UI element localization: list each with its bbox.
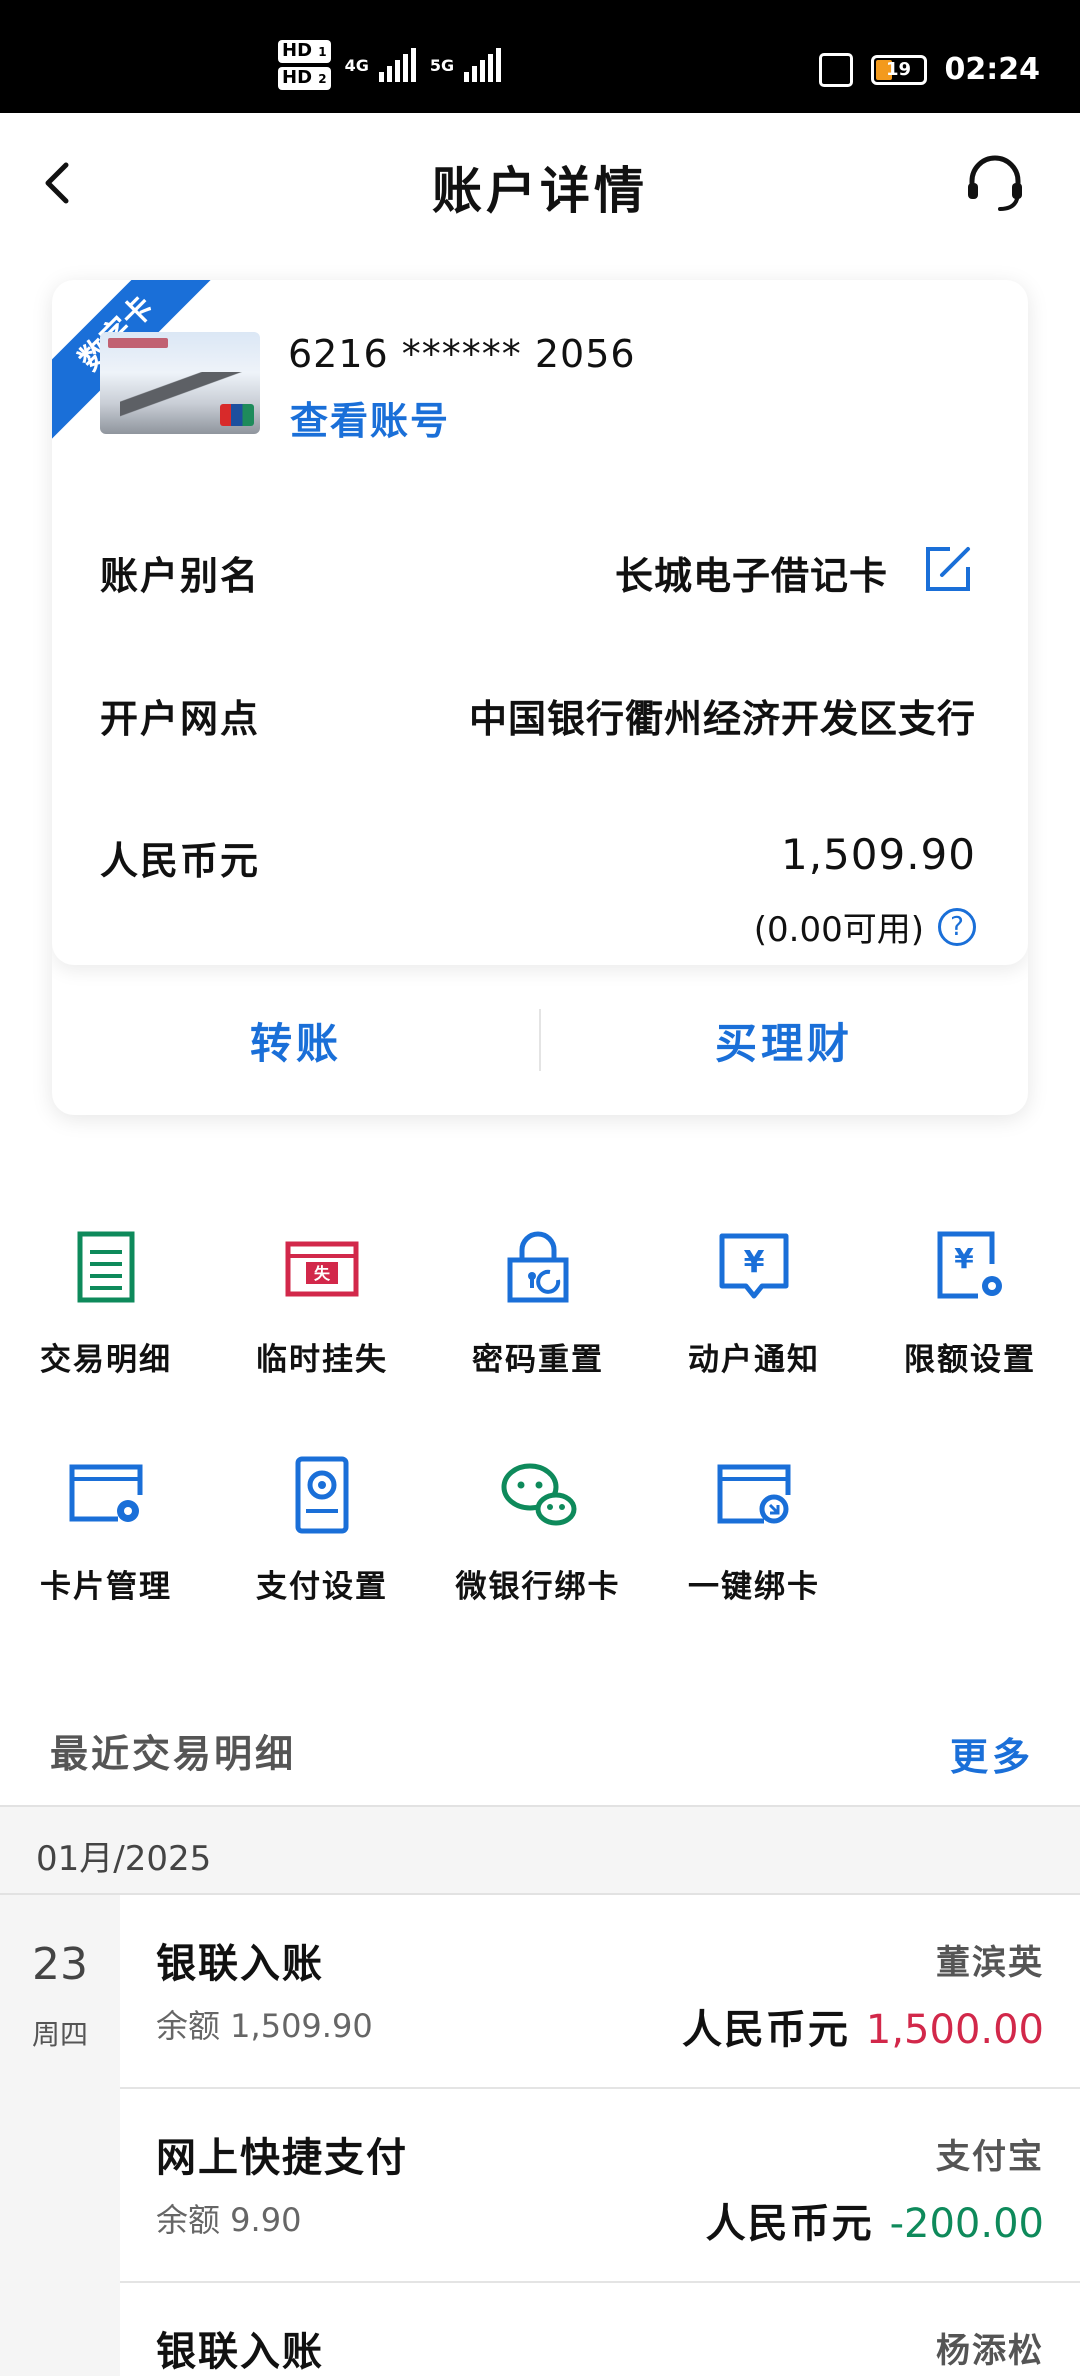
account-card: 数字卡 6216 ****** 2056 查看账号 账户别名 长城电子借记卡 开… (52, 280, 1028, 1115)
view-account-link[interactable]: 查看账号 (290, 390, 450, 445)
func-card-management[interactable]: 卡片管理 (6, 1455, 206, 1606)
transaction-row[interactable]: 银联入账 余额 1,509.90 董滨英 人民币元 1,500.00 (120, 1895, 1080, 2089)
hd-indicators: HD 1 HD 2 (278, 40, 331, 90)
yuan-gear-icon: ¥ (937, 1231, 1002, 1299)
card-gear-icon (69, 1464, 143, 1522)
amount-value: 1,500.00 (865, 2007, 1044, 2053)
currency-label: 人民币元 (100, 839, 261, 883)
transaction-party: 董滨英 (936, 1943, 1044, 1983)
func-label: 微银行绑卡 (455, 1569, 621, 1605)
month-label: 01月/2025 (36, 1839, 212, 1879)
bank-logo (108, 338, 168, 348)
func-label: 临时挂失 (256, 1342, 388, 1378)
date-column: 23 周四 (0, 1895, 120, 2376)
func-transaction-details[interactable]: 交易明细 (6, 1228, 206, 1379)
network-5g: 5G (429, 55, 455, 75)
unionpay-logo (220, 404, 254, 426)
card-actions: 转账 买理财 (52, 965, 1028, 1115)
status-bar: HD 1 HD 2 4G 5G 19 02:24 (0, 0, 1080, 113)
amount-value: -200.00 (889, 2201, 1044, 2247)
yuan-message-icon: ¥ (719, 1233, 789, 1299)
transaction-balance: 余额 1,509.90 (156, 2007, 373, 2045)
alias-label: 账户别名 (100, 554, 261, 598)
transaction-name: 网上快捷支付 (156, 2135, 408, 2181)
card-image (100, 332, 260, 434)
battery-level: 19 (885, 59, 912, 80)
func-label: 限额设置 (904, 1342, 1036, 1378)
amount-currency: 人民币元 (681, 2007, 850, 2053)
func-wechat-bind[interactable]: 微银行绑卡 (438, 1455, 638, 1606)
hd1-badge: HD 1 (278, 40, 331, 63)
func-label: 一键绑卡 (688, 1569, 820, 1605)
balance-value: 1,509.90 (780, 830, 976, 879)
alias-value: 长城电子借记卡 (614, 554, 888, 598)
func-label: 支付设置 (256, 1569, 388, 1605)
func-limit-settings[interactable]: ¥ 限额设置 (870, 1228, 1070, 1379)
signal-group: HD 1 HD 2 4G 5G (278, 40, 502, 90)
day-number: 23 (32, 1939, 88, 1990)
transaction-party: 支付宝 (936, 2137, 1044, 2177)
weekday: 周四 (31, 2018, 88, 2051)
branch-value: 中国银行衢州经济开发区支行 (468, 697, 976, 741)
func-temp-loss[interactable]: 失 临时挂失 (222, 1228, 422, 1379)
lock-reset-icon (507, 1231, 569, 1303)
hd2-text: HD (282, 67, 313, 88)
lost-card-icon: 失 (285, 1241, 359, 1297)
battery-icon: 19 (870, 54, 927, 85)
transaction-party: 杨添松 (936, 2331, 1044, 2371)
available-balance: (0.00可用) ? (754, 902, 976, 951)
signal-icon (378, 48, 416, 82)
transaction-amount: 人民币元 -200.00 (706, 2191, 1044, 2249)
account-card-top: 数字卡 6216 ****** 2056 查看账号 账户别名 长城电子借记卡 开… (52, 280, 1028, 965)
recent-title: 最近交易明细 (50, 1732, 297, 1776)
available-text: (0.00可用) (753, 910, 924, 950)
header: 账户详情 (0, 113, 1080, 253)
transaction-row[interactable]: 银联入账 杨添松 (120, 2283, 1080, 2376)
svg-text:¥: ¥ (954, 1242, 974, 1275)
svg-text:¥: ¥ (744, 1245, 765, 1280)
transaction-balance: 余额 9.90 (156, 2201, 302, 2239)
card-number: 6216 ****** 2056 (288, 332, 636, 376)
more-link[interactable]: 更多 (950, 1726, 1034, 1781)
month-header: 01月/2025 (0, 1805, 1080, 1895)
hd2-sub: 2 (318, 72, 327, 86)
edit-icon[interactable] (920, 541, 976, 597)
func-label: 卡片管理 (40, 1569, 172, 1605)
transaction-name: 银联入账 (156, 1941, 324, 1987)
func-label: 动户通知 (688, 1342, 820, 1378)
hd2-badge: HD 2 (278, 67, 331, 90)
transfer-button[interactable]: 转账 (52, 965, 540, 1115)
card-link-icon (717, 1464, 791, 1524)
list-doc-icon (77, 1231, 135, 1303)
func-password-reset[interactable]: 密码重置 (438, 1228, 638, 1379)
question-icon[interactable]: ? (938, 907, 976, 946)
func-label: 交易明细 (40, 1342, 172, 1378)
transaction-name: 银联入账 (156, 2329, 324, 2375)
svg-text:失: 失 (314, 1264, 331, 1283)
buy-finance-button[interactable]: 买理财 (540, 965, 1028, 1115)
hd1-sub: 1 (318, 45, 327, 59)
network-4g: 4G (344, 55, 369, 75)
func-account-notify[interactable]: ¥ 动户通知 (654, 1228, 854, 1379)
transaction-row[interactable]: 网上快捷支付 余额 9.90 支付宝 人民币元 -200.00 (120, 2089, 1080, 2283)
func-label: 密码重置 (472, 1342, 604, 1378)
branch-label: 开户网点 (100, 697, 261, 741)
func-payment-settings[interactable]: 支付设置 (222, 1455, 422, 1606)
clock: 02:24 (944, 52, 1041, 87)
phone-gear-icon (295, 1456, 349, 1534)
headset-icon[interactable] (960, 149, 1030, 219)
func-one-click-bind[interactable]: 一键绑卡 (654, 1455, 854, 1606)
status-right: 19 02:24 (818, 52, 1041, 87)
signal-icon-2 (464, 48, 502, 82)
amount-currency: 人民币元 (705, 2201, 874, 2247)
transaction-amount: 人民币元 1,500.00 (682, 1997, 1044, 2055)
page-title: 账户详情 (432, 162, 648, 220)
vibrate-icon (818, 52, 853, 87)
hd1-text: HD (282, 40, 313, 61)
wechat-icon (501, 1463, 577, 1526)
